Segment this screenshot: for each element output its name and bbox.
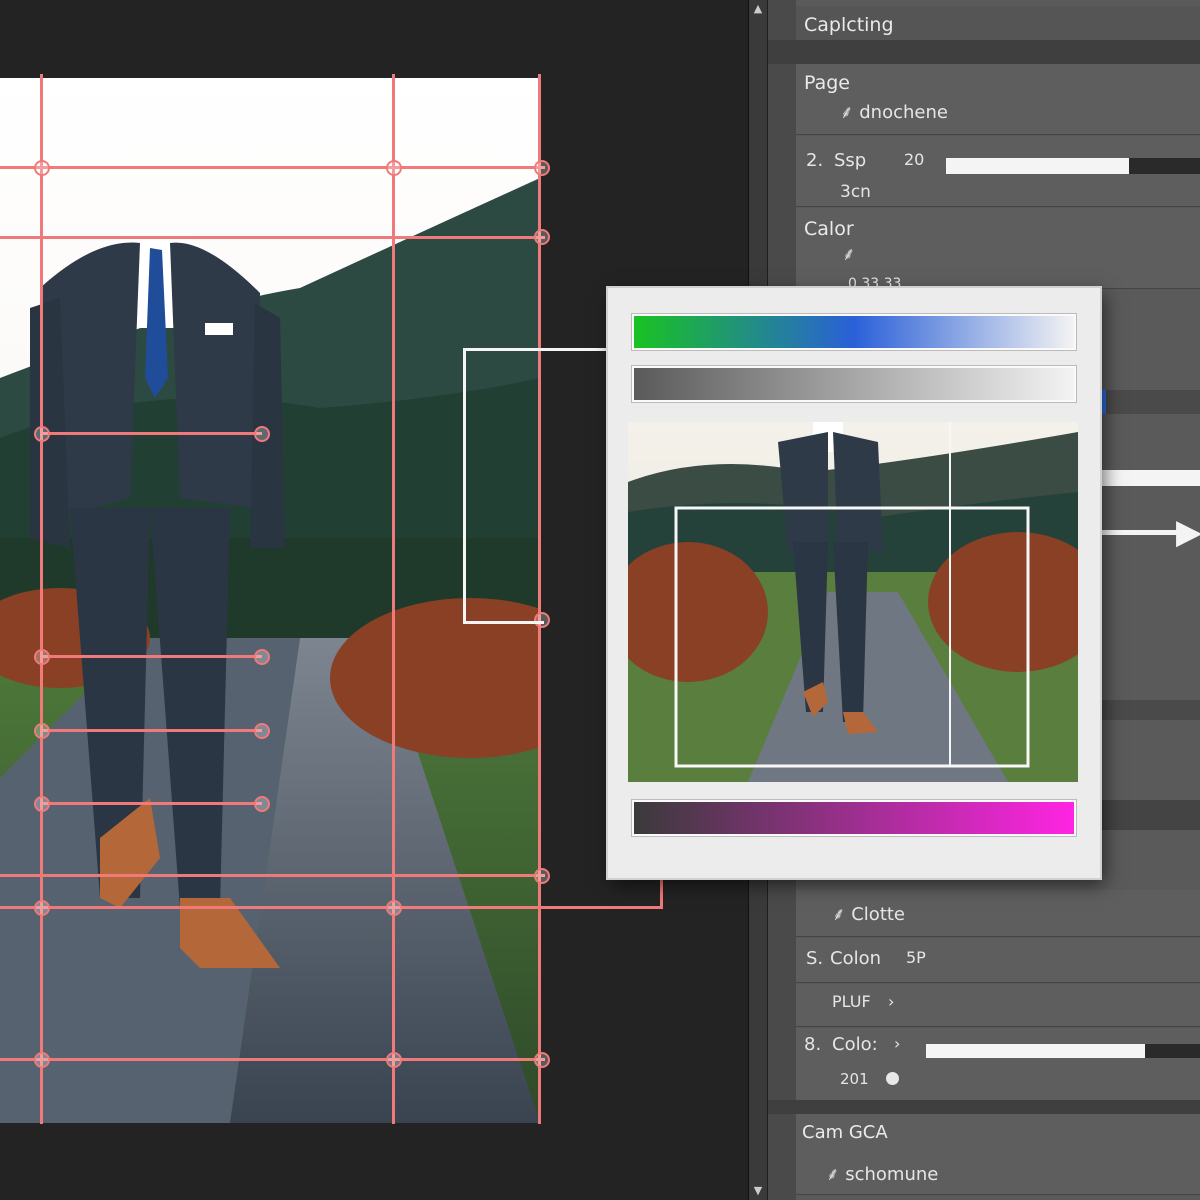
- pluf-label: PLUF: [832, 992, 871, 1011]
- guide-horizontal-8[interactable]: [0, 906, 662, 909]
- guide-connector-drop: [660, 878, 663, 909]
- guide-handle[interactable]: [254, 723, 270, 739]
- guide-handle[interactable]: [34, 1052, 50, 1068]
- color-row-5[interactable]: S. Colon 5P: [796, 938, 1200, 983]
- tone-gradient-slider[interactable]: [632, 366, 1076, 402]
- color-section-label: Calor: [804, 218, 854, 240]
- chevron-icon[interactable]: ›: [888, 992, 894, 1011]
- guide-handle[interactable]: [34, 796, 50, 812]
- guide-handle[interactable]: [254, 426, 270, 442]
- panel-divider: [768, 1100, 1200, 1114]
- color-row-5-label: Colon: [830, 948, 882, 969]
- brush-icon: ⸙: [832, 904, 846, 925]
- guide-handle[interactable]: [34, 426, 50, 442]
- chevron-icon[interactable]: ›: [894, 1034, 900, 1053]
- scroll-down-icon[interactable]: ▼: [749, 1182, 767, 1200]
- arrow-right-icon: ▶: [1176, 512, 1200, 552]
- page-section-label: Page: [804, 72, 850, 94]
- guide-handle[interactable]: [534, 868, 550, 884]
- panel-header[interactable]: Caplcting: [796, 6, 1200, 41]
- selection-connector-line: [541, 348, 609, 351]
- guide-handle[interactable]: [34, 649, 50, 665]
- step-index: 2.: [806, 150, 824, 171]
- guide-horizontal-6[interactable]: [40, 802, 262, 805]
- color-row-8-index: 8.: [804, 1034, 822, 1055]
- panel-row-bg: [1100, 700, 1200, 720]
- brush-icon: ⸙: [826, 1164, 840, 1185]
- document-photo[interactable]: [0, 78, 540, 1123]
- step-value: 20: [904, 150, 925, 169]
- color-row-8-sub: 201: [840, 1070, 869, 1088]
- panel-divider: [768, 40, 1200, 64]
- guide-handle[interactable]: [254, 649, 270, 665]
- eyedropper-icon[interactable]: ⸙: [842, 242, 856, 266]
- guide-handle[interactable]: [386, 160, 402, 176]
- camera-section[interactable]: Cam GCA ⸙ schomune: [796, 1114, 1200, 1195]
- guide-handle[interactable]: [34, 900, 50, 916]
- step-sub: 3cn: [840, 182, 871, 202]
- guide-horizontal-2[interactable]: [0, 236, 545, 239]
- panel-title: Caplcting: [804, 14, 894, 36]
- page-section[interactable]: Page ⸙ dnochene: [796, 64, 1200, 135]
- color-row-5-value: 5P: [906, 948, 926, 967]
- guide-handle[interactable]: [386, 900, 402, 916]
- pluf-row[interactable]: PLUF ›: [796, 984, 1200, 1027]
- guide-vertical-middle[interactable]: [392, 74, 395, 1124]
- color-row-5-index: S.: [806, 948, 824, 969]
- preview-image[interactable]: [628, 422, 1078, 782]
- guide-handle[interactable]: [34, 160, 50, 176]
- guide-handle[interactable]: [34, 723, 50, 739]
- guide-horizontal-4[interactable]: [40, 655, 262, 658]
- step-label: Ssp: [834, 150, 867, 171]
- clothe-row[interactable]: ⸙ Clotte: [796, 890, 1200, 937]
- guide-vertical-left[interactable]: [40, 74, 43, 1124]
- brush-icon: ⸙: [840, 102, 854, 123]
- camera-item[interactable]: ⸙ schomune: [826, 1162, 938, 1186]
- panel-slider-fill[interactable]: [1100, 470, 1200, 486]
- guide-handle[interactable]: [534, 229, 550, 245]
- panel-row-marker: [1100, 390, 1106, 414]
- color-dialog[interactable]: [608, 288, 1100, 878]
- arrow-line: [1100, 530, 1180, 535]
- color-row-8-label: Colo:: [832, 1034, 878, 1055]
- guide-handle[interactable]: [534, 160, 550, 176]
- panel-row-bg: [1100, 800, 1200, 830]
- guide-handle[interactable]: [254, 796, 270, 812]
- guide-handle[interactable]: [534, 1052, 550, 1068]
- page-item[interactable]: ⸙ dnochene: [840, 100, 948, 124]
- guide-handle[interactable]: [386, 1052, 402, 1068]
- step-row[interactable]: 2. Ssp 20 3cn: [796, 136, 1200, 207]
- dot-icon[interactable]: [886, 1072, 899, 1085]
- preview-photo-illustration: [628, 422, 1078, 782]
- color-row-8-slider-fill: [926, 1044, 1146, 1058]
- guide-horizontal-3[interactable]: [40, 432, 262, 435]
- guide-horizontal-7[interactable]: [0, 874, 545, 877]
- color-row-8-slider[interactable]: [926, 1044, 1200, 1058]
- panel-row-bg: [1100, 390, 1200, 414]
- guide-horizontal-1[interactable]: [0, 166, 545, 169]
- hue-gradient-slider[interactable]: [632, 314, 1076, 350]
- step-slider[interactable]: [946, 158, 1200, 174]
- step-slider-fill: [946, 158, 1129, 174]
- clothe-item[interactable]: ⸙ Clotte: [832, 902, 905, 926]
- photo-illustration: [0, 78, 540, 1123]
- camera-section-label: Cam GCA: [802, 1122, 888, 1143]
- selection-connector: [463, 348, 544, 624]
- color-row-8[interactable]: 8. Colo: › 201: [796, 1028, 1200, 1101]
- magenta-gradient-slider[interactable]: [632, 800, 1076, 836]
- scroll-up-icon[interactable]: ▲: [749, 0, 767, 18]
- guide-horizontal-5[interactable]: [40, 729, 262, 732]
- guide-horizontal-9[interactable]: [0, 1058, 545, 1061]
- color-section[interactable]: Calor ⸙ 0.33.33: [796, 208, 1200, 292]
